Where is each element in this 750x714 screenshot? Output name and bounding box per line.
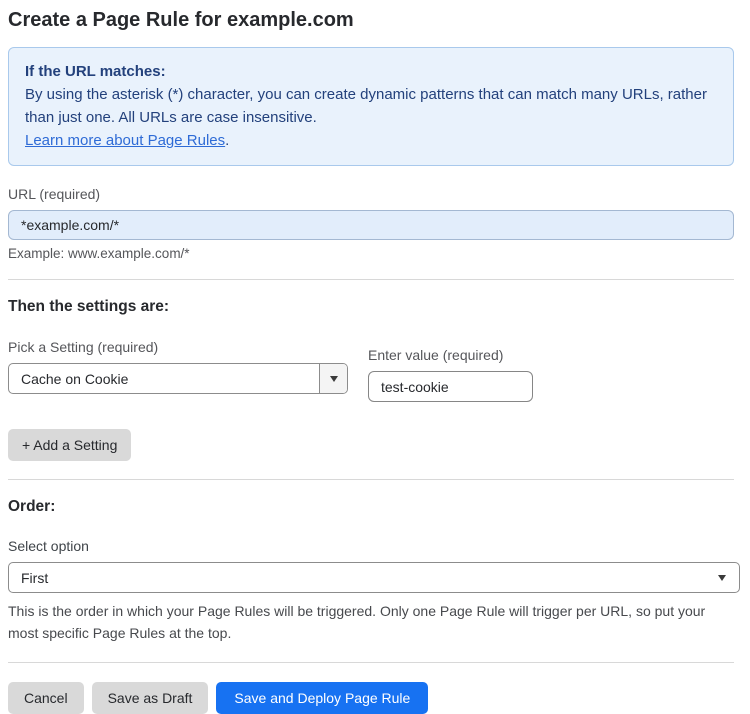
url-example-text: Example: www.example.com/*: [8, 246, 190, 261]
settings-heading: Then the settings are:: [8, 298, 170, 315]
footer-button-row: Cancel Save as Draft Save and Deploy Pag…: [8, 682, 734, 714]
setting-value-input[interactable]: [368, 371, 533, 402]
add-setting-button[interactable]: + Add a Setting: [8, 429, 132, 461]
page-title: Create a Page Rule for example.com: [8, 9, 354, 31]
info-box-body: By using the asterisk (*) character, you…: [25, 86, 707, 126]
chevron-down-icon: [329, 375, 338, 382]
settings-row: Pick a Setting (required) Cache on Cooki…: [8, 339, 734, 402]
info-box-heading: If the URL matches:: [25, 63, 166, 80]
url-input[interactable]: [8, 210, 734, 240]
create-page-rule-panel: Create a Page Rule for example.com If th…: [8, 0, 740, 714]
order-help-text: This is the order in which your Page Rul…: [8, 603, 706, 641]
order-select[interactable]: First: [8, 562, 740, 593]
divider: [8, 662, 734, 663]
divider: [8, 279, 734, 280]
info-box-link-line: Learn more about Page Rules.: [25, 129, 717, 152]
url-matches-info-box: If the URL matches: By using the asteris…: [8, 47, 734, 166]
cancel-button[interactable]: Cancel: [8, 682, 84, 714]
learn-more-link[interactable]: Learn more about Page Rules: [25, 132, 225, 149]
divider: [8, 479, 734, 480]
order-select-label: Select option: [8, 538, 89, 554]
setting-picker-column: Pick a Setting (required) Cache on Cooki…: [8, 339, 348, 402]
save-deploy-button[interactable]: Save and Deploy Page Rule: [216, 682, 429, 714]
url-label: URL (required): [8, 186, 101, 202]
pick-setting-label: Pick a Setting (required): [8, 339, 159, 355]
setting-dropdown[interactable]: Cache on Cookie: [8, 363, 348, 394]
setting-dropdown-value: Cache on Cookie: [21, 370, 129, 387]
learn-more-link-suffix: .: [225, 132, 230, 149]
order-heading: Order:: [8, 498, 56, 515]
setting-value-column: Enter value (required): [368, 347, 533, 402]
save-draft-button[interactable]: Save as Draft: [91, 682, 209, 714]
order-select-value: First: [21, 569, 49, 586]
chevron-down-icon: [718, 574, 726, 581]
enter-value-label: Enter value (required): [368, 347, 504, 363]
setting-dropdown-arrow-button[interactable]: [319, 364, 347, 393]
